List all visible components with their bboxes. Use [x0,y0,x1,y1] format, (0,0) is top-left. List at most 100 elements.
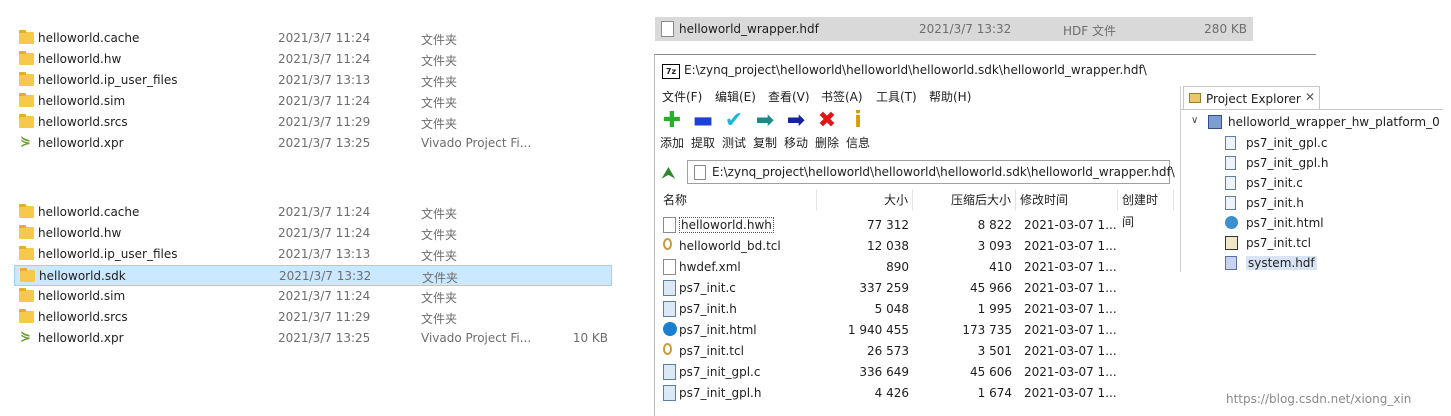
file-packed-size: 3 093 [977,239,1012,253]
explorer-row[interactable]: helloworld.cache 2021/3/7 11:24 文件夹 [14,202,612,223]
row-type: 文件夹 [421,117,458,131]
col-created[interactable]: 创建时间 [1118,189,1174,229]
explorer-row[interactable]: helloworld.sim 2021/3/7 11:24 文件夹 [14,91,612,112]
file-modified: 2021-03-07 1... [1024,344,1117,358]
row-date: 2021/3/7 13:32 [279,269,372,283]
tcl-icon [663,343,672,355]
file-name: ps7_init.tcl [679,344,744,358]
c-file-icon [663,364,676,380]
archive-file-row[interactable]: helloworld.hwh 77 312 8 822 2021-03-07 1... [659,215,1169,236]
toolbar-button-extract[interactable]: ▬ 提取 [688,110,718,151]
folder-doc-icon [694,165,706,180]
chevron-down-icon[interactable]: ∨ [1191,115,1198,126]
explorer-row[interactable]: helloworld.srcs 2021/3/7 11:29 文件夹 [14,307,612,328]
archive-file-row[interactable]: ps7_init.h 5 048 1 995 2021-03-07 1... [659,299,1169,320]
col-name[interactable]: 名称 [659,189,817,211]
menu-view[interactable]: 查看(V) [768,88,810,105]
col-size[interactable]: 大小 [817,189,913,211]
path-field[interactable]: E:\zynq_project\helloworld\helloworld\he… [687,160,1175,184]
hdf-file-row[interactable]: helloworld_wrapper.hdf 2021/3/7 13:32 HD… [655,17,1253,41]
row-name: helloworld.srcs [38,115,128,129]
archive-file-row[interactable]: ps7_init_gpl.c 336 649 45 606 2021-03-07 1.… [659,362,1169,383]
archive-file-row[interactable]: hwdef.xml 890 410 2021-03-07 1... [659,257,1169,278]
info-icon: i [854,108,862,133]
explorer-row[interactable]: helloworld.hw 2021/3/7 11:24 文件夹 [14,223,612,244]
path-text: E:\zynq_project\helloworld\helloworld\he… [712,165,1175,179]
archive-file-row[interactable]: ps7_init.tcl 26 573 3 501 2021-03-07 1... [659,341,1169,362]
row-type: 文件夹 [421,54,458,68]
row-name: helloworld.sim [38,289,126,303]
explorer-row[interactable]: ⋟ helloworld.xpr 2021/3/7 13:25 Vivado Proj… [14,328,612,349]
project-root[interactable]: helloworld_wrapper_hw_platform_0 [1228,115,1440,129]
toolbar: ✚ 添加 ▬ 提取 ✔ 测试 ➡ 复制 ➡ 移动 ✖ 删除 i 信息 [657,110,897,154]
folder-icon [19,114,34,128]
row-name: helloworld.ip_user_files [38,73,178,87]
copy-icon: ➡ [755,108,775,133]
file-name: ps7_init.h [679,302,737,316]
archive-file-row[interactable]: ps7_init_gpl.h 4 426 1 674 2021-03-07 1... [659,383,1169,404]
edge-icon [663,322,677,336]
file-name: hwdef.xml [679,260,741,274]
project-tree-label: ps7_init.tcl [1246,236,1311,250]
vivado-icon: ⋟ [20,134,31,149]
menu-file[interactable]: 文件(F) [662,88,702,105]
close-icon[interactable]: ✕ [1305,90,1315,104]
doc-icon [663,259,676,275]
toolbar-button-copy[interactable]: ➡ 复制 [750,110,780,151]
file-name: helloworld.hwh [679,217,774,233]
toolbar-label: 删除 [814,136,839,150]
row-date: 2021/3/7 13:13 [278,247,371,261]
file-name: ps7_init.c [679,281,736,295]
toolbar-button-move[interactable]: ➡ 移动 [781,110,811,151]
explorer-row[interactable]: helloworld.sdk 2021/3/7 13:32 文件夹 [14,265,612,286]
explorer-row[interactable]: helloworld.sim 2021/3/7 11:24 文件夹 [14,286,612,307]
row-date: 2021/3/7 13:25 [278,136,371,150]
row-size: 10 KB [572,331,608,345]
toolbar-label: 添加 [659,136,684,150]
toolbar-button-info[interactable]: i 信息 [843,110,873,151]
extract-icon: ▬ [692,108,714,133]
tab-divider [1181,109,1443,110]
folder-view-icon [1189,93,1201,103]
tab-label: Project Explorer [1206,92,1301,106]
toolbar-button-add[interactable]: ✚ 添加 [657,110,687,151]
explorer-row[interactable]: helloworld.ip_user_files 2021/3/7 13:13 文件… [14,70,612,91]
archive-file-row[interactable]: ps7_init.c 337 259 45 966 2021-03-07 1... [659,278,1169,299]
archive-file-row[interactable]: ps7_init.html 1 940 455 173 735 2021-03-07 … [659,320,1169,341]
row-date: 2021/3/7 11:24 [278,94,371,108]
archive-file-row[interactable]: helloworld_bd.tcl 12 038 3 093 2021-03-07 1… [659,236,1169,257]
file-packed-size: 45 606 [970,365,1012,379]
row-type: Vivado Project Fi... [421,331,532,345]
folder-icon [19,309,34,323]
test-icon: ✔ [724,108,744,133]
explorer-row[interactable]: helloworld.srcs 2021/3/7 11:29 文件夹 [14,112,612,133]
file-packed-size: 1 995 [977,302,1012,316]
project-tree-label: ps7_init_gpl.c [1246,136,1328,150]
explorer-row[interactable]: helloworld.cache 2021/3/7 11:24 文件夹 [14,28,612,49]
project-tree-label: ps7_init.html [1246,216,1324,230]
explorer-row[interactable]: helloworld.ip_user_files 2021/3/7 13:13 文件… [14,244,612,265]
explorer-row[interactable]: helloworld.hw 2021/3/7 11:24 文件夹 [14,49,612,70]
folder-icon [19,93,34,107]
menu-bookmarks[interactable]: 书签(A) [821,88,863,105]
file-packed-size: 3 501 [977,344,1012,358]
file-size: 4 426 [874,386,909,400]
tab-project-explorer[interactable]: Project Explorer ✕ [1183,86,1320,110]
file-modified: 2021-03-07 1... [1024,386,1117,400]
toolbar-button-test[interactable]: ✔ 测试 [719,110,749,151]
col-modified[interactable]: 修改时间 [1016,189,1118,211]
row-date: 2021/3/7 11:29 [278,310,371,324]
c-file-icon [663,301,676,317]
file-name: helloworld_bd.tcl [679,239,781,253]
menu-edit[interactable]: 编辑(E) [715,88,756,105]
explorer-row[interactable]: ⋟ helloworld.xpr 2021/3/7 13:25 Vivado Proj… [14,133,612,154]
file-modified: 2021-03-07 1... [1024,323,1117,337]
menu-help[interactable]: 帮助(H) [929,88,971,105]
col-packed[interactable]: 压缩后大小 [913,189,1016,211]
doc-icon [663,217,676,233]
7zip-logo-icon: 7z [662,64,680,79]
toolbar-button-delete[interactable]: ✖ 删除 [812,110,842,151]
up-folder-icon[interactable]: ⮝ [662,164,680,182]
toolbar-label: 信息 [845,136,870,150]
menu-tools[interactable]: 工具(T) [876,88,917,105]
